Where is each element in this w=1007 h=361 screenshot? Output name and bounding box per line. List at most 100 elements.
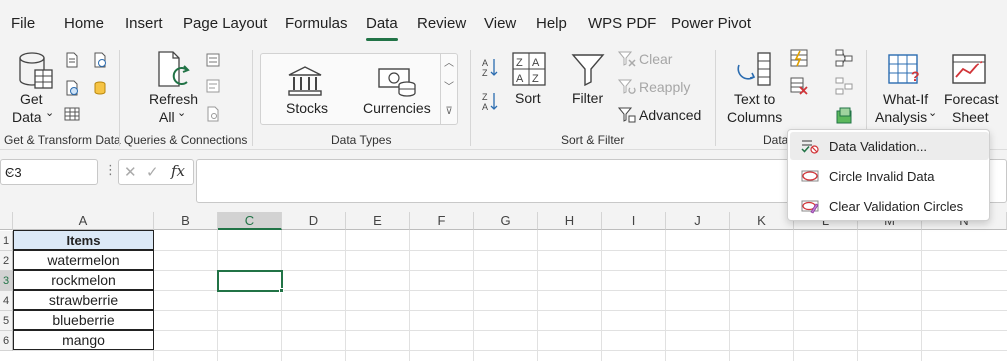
edit-links-icon[interactable] bbox=[205, 106, 221, 122]
tab-review[interactable]: Review bbox=[417, 15, 466, 32]
menu-bar: File Home Insert Page Layout Formulas Da… bbox=[0, 0, 1007, 44]
name-box[interactable]: C3 ⌄ bbox=[0, 159, 98, 185]
from-web-icon[interactable] bbox=[64, 80, 80, 96]
table-cell[interactable]: mango bbox=[13, 330, 154, 350]
get-data-label-1: Get bbox=[20, 91, 43, 107]
from-table-icon[interactable] bbox=[64, 106, 80, 122]
text-to-columns-label-1: Text to bbox=[734, 91, 776, 107]
table-cell[interactable]: blueberrie bbox=[13, 310, 154, 330]
forecast-icon bbox=[952, 54, 986, 84]
chevron-down-icon: ⌄ bbox=[177, 107, 187, 119]
tab-file[interactable]: File bbox=[11, 15, 35, 32]
chevron-down-icon: ⌄ bbox=[45, 107, 55, 119]
clear-circles-icon bbox=[801, 200, 819, 214]
column-header-d[interactable]: D bbox=[282, 212, 346, 230]
select-all-corner[interactable] bbox=[0, 212, 13, 230]
selected-cell-c3[interactable] bbox=[217, 270, 283, 292]
tab-home[interactable]: Home bbox=[64, 15, 104, 32]
gridline bbox=[13, 250, 1007, 251]
gallery-expand-icon[interactable]: ⊽ bbox=[443, 106, 455, 118]
formula-buttons: ✕ ✓ fx bbox=[118, 159, 194, 185]
column-header-k[interactable]: K bbox=[730, 212, 794, 230]
row-header-4[interactable]: 4 bbox=[0, 291, 13, 311]
cell-a1-header[interactable]: Items bbox=[13, 230, 154, 250]
svg-text:A: A bbox=[482, 102, 488, 112]
tab-data[interactable]: Data bbox=[366, 15, 398, 32]
refresh-all-label-2: All bbox=[159, 109, 175, 125]
sort-dialog-icon: Z A A Z bbox=[512, 52, 546, 86]
more-options-icon[interactable]: ⋮ bbox=[104, 162, 117, 178]
remove-duplicates-icon[interactable] bbox=[790, 77, 808, 95]
fill-handle[interactable] bbox=[279, 288, 284, 293]
worksheet-grid: A B C D E F G H I J K L M N 1 2 3 4 5 6 … bbox=[0, 212, 1007, 361]
clear-filter-icon bbox=[618, 51, 636, 67]
consolidate-icon[interactable] bbox=[835, 107, 853, 125]
cancel-icon[interactable]: ✕ bbox=[124, 163, 137, 181]
column-header-i[interactable]: I bbox=[602, 212, 666, 230]
sort-z-to-a-icon[interactable]: Z A bbox=[480, 90, 500, 112]
menu-item-data-validation[interactable]: Data Validation... bbox=[790, 132, 989, 160]
column-header-b[interactable]: B bbox=[154, 212, 218, 230]
reapply-icon bbox=[618, 79, 636, 94]
tab-view[interactable]: View bbox=[484, 15, 516, 32]
svg-text:A: A bbox=[482, 58, 488, 68]
column-header-h[interactable]: H bbox=[538, 212, 602, 230]
group-separator bbox=[119, 50, 120, 146]
menu-item-circle-invalid-data[interactable]: Circle Invalid Data bbox=[790, 162, 989, 190]
menu-item-label: Circle Invalid Data bbox=[829, 169, 935, 184]
row-header-5[interactable]: 5 bbox=[0, 311, 13, 331]
insert-function-icon[interactable]: fx bbox=[171, 162, 185, 180]
flash-fill-icon[interactable] bbox=[790, 49, 808, 67]
reapply-button[interactable]: Reapply bbox=[639, 79, 690, 95]
sort-a-to-z-icon[interactable]: A Z bbox=[480, 56, 500, 78]
recent-sources-icon[interactable] bbox=[92, 52, 108, 68]
tab-wps-pdf[interactable]: WPS PDF bbox=[588, 15, 656, 32]
menu-item-clear-validation-circles[interactable]: Clear Validation Circles bbox=[790, 192, 989, 220]
column-header-j[interactable]: J bbox=[666, 212, 730, 230]
currency-icon bbox=[378, 68, 416, 97]
group-label-get-transform: Get & Transform Data bbox=[4, 133, 121, 147]
table-cell[interactable]: rockmelon bbox=[13, 270, 154, 290]
clear-button[interactable]: Clear bbox=[639, 51, 672, 67]
gridline bbox=[13, 270, 1007, 271]
bank-icon bbox=[288, 66, 322, 96]
properties-icon[interactable] bbox=[205, 78, 221, 94]
advanced-button[interactable]: Advanced bbox=[639, 107, 701, 123]
existing-connections-icon[interactable] bbox=[92, 80, 108, 96]
column-header-e[interactable]: E bbox=[346, 212, 410, 230]
what-if-icon: ? bbox=[888, 54, 920, 84]
row-header-3[interactable]: 3 bbox=[0, 271, 13, 291]
tab-power-pivot[interactable]: Power Pivot bbox=[671, 15, 751, 32]
column-header-a[interactable]: A bbox=[13, 212, 154, 230]
column-header-g[interactable]: G bbox=[474, 212, 538, 230]
chevron-down-icon[interactable]: ⌄ bbox=[5, 164, 91, 177]
tab-page-layout[interactable]: Page Layout bbox=[183, 15, 267, 32]
relationships-icon[interactable] bbox=[835, 49, 853, 67]
queries-connections-icon[interactable] bbox=[205, 52, 221, 68]
row-header-1[interactable]: 1 bbox=[0, 231, 13, 251]
forecast-label-1: Forecast bbox=[944, 91, 999, 107]
column-header-f[interactable]: F bbox=[410, 212, 474, 230]
table-cell[interactable]: watermelon bbox=[13, 250, 154, 270]
chevron-down-icon: ⌄ bbox=[928, 107, 938, 119]
row-header-2[interactable]: 2 bbox=[0, 251, 13, 271]
tab-formulas[interactable]: Formulas bbox=[285, 15, 348, 32]
text-to-columns-icon bbox=[737, 52, 771, 86]
database-table-icon bbox=[19, 52, 53, 89]
refresh-all-label-1: Refresh bbox=[149, 91, 199, 107]
chevron-up-icon[interactable]: ︿ bbox=[443, 58, 455, 70]
row-header-6[interactable]: 6 bbox=[0, 331, 13, 351]
what-if-label-2: Analysis bbox=[875, 109, 928, 125]
check-icon[interactable]: ✓ bbox=[146, 163, 159, 181]
from-text-icon[interactable] bbox=[64, 52, 80, 68]
active-tab-indicator bbox=[366, 38, 398, 41]
manage-data-model-icon[interactable] bbox=[835, 77, 853, 95]
text-to-columns-label-2: Columns bbox=[727, 109, 783, 125]
circle-invalid-icon bbox=[801, 170, 819, 182]
chevron-down-icon[interactable]: ﹀ bbox=[443, 82, 455, 94]
table-cell[interactable]: strawberrie bbox=[13, 290, 154, 310]
tab-help[interactable]: Help bbox=[536, 15, 567, 32]
get-data-label-2: Data bbox=[12, 109, 42, 125]
column-header-c[interactable]: C bbox=[218, 212, 282, 230]
tab-insert[interactable]: Insert bbox=[125, 15, 163, 32]
